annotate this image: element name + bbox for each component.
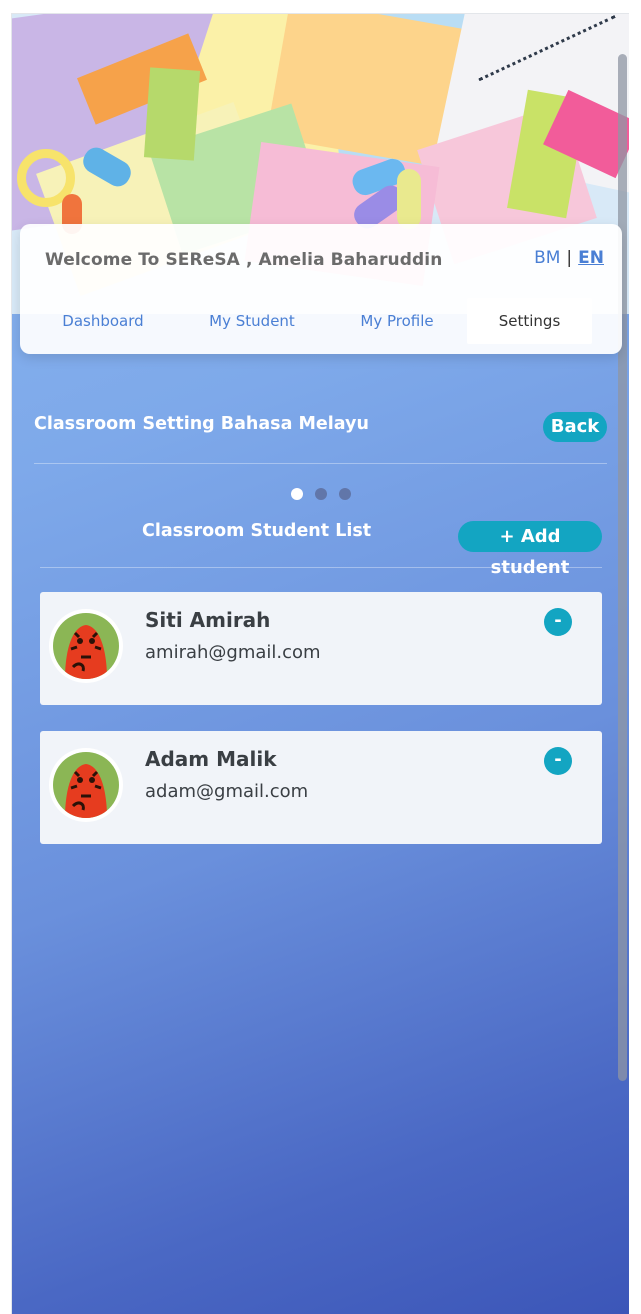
student-name: Siti Amirah bbox=[145, 608, 271, 632]
student-email: adam@gmail.com bbox=[145, 781, 309, 802]
monster-avatar-icon bbox=[65, 625, 107, 679]
divider bbox=[34, 463, 607, 464]
carousel-dot-3[interactable] bbox=[339, 488, 351, 500]
monster-avatar-icon bbox=[65, 764, 107, 818]
app-frame: Welcome To SEReSA , Amelia Baharuddin BM… bbox=[11, 13, 629, 1314]
vertical-scrollbar[interactable] bbox=[618, 54, 627, 1081]
tab-my-profile[interactable]: My Profile bbox=[322, 298, 472, 344]
lang-bm-link[interactable]: BM bbox=[534, 248, 560, 268]
welcome-text: Welcome To SEReSA , Amelia Baharuddin bbox=[45, 250, 443, 270]
tab-dashboard[interactable]: Dashboard bbox=[28, 298, 178, 344]
carousel-dot-1[interactable] bbox=[291, 488, 303, 500]
page-title: Classroom Setting Bahasa Melayu bbox=[34, 414, 369, 434]
student-list-title: Classroom Student List bbox=[142, 521, 372, 541]
lang-en-link[interactable]: EN bbox=[578, 248, 604, 268]
carousel-dot-2[interactable] bbox=[315, 488, 327, 500]
divider bbox=[40, 567, 602, 568]
tab-my-student[interactable]: My Student bbox=[177, 298, 327, 344]
lang-separator: | bbox=[566, 248, 573, 268]
add-student-button[interactable]: + Add student bbox=[458, 521, 602, 578]
student-email: amirah@gmail.com bbox=[145, 642, 321, 663]
nav-tabs: Dashboard My Student My Profile Settings bbox=[20, 298, 622, 344]
student-card: Adam Malik adam@gmail.com - bbox=[40, 731, 602, 844]
back-button[interactable]: Back bbox=[543, 412, 607, 442]
remove-student-button[interactable]: - bbox=[544, 747, 572, 775]
avatar bbox=[49, 609, 123, 683]
avatar bbox=[49, 748, 123, 822]
header-card: Welcome To SEReSA , Amelia Baharuddin BM… bbox=[20, 224, 622, 354]
student-card: Siti Amirah amirah@gmail.com - bbox=[40, 592, 602, 705]
student-name: Adam Malik bbox=[145, 747, 277, 771]
tab-settings[interactable]: Settings bbox=[467, 298, 592, 344]
remove-student-button[interactable]: - bbox=[544, 608, 572, 636]
language-switcher: BM | EN bbox=[534, 248, 604, 268]
